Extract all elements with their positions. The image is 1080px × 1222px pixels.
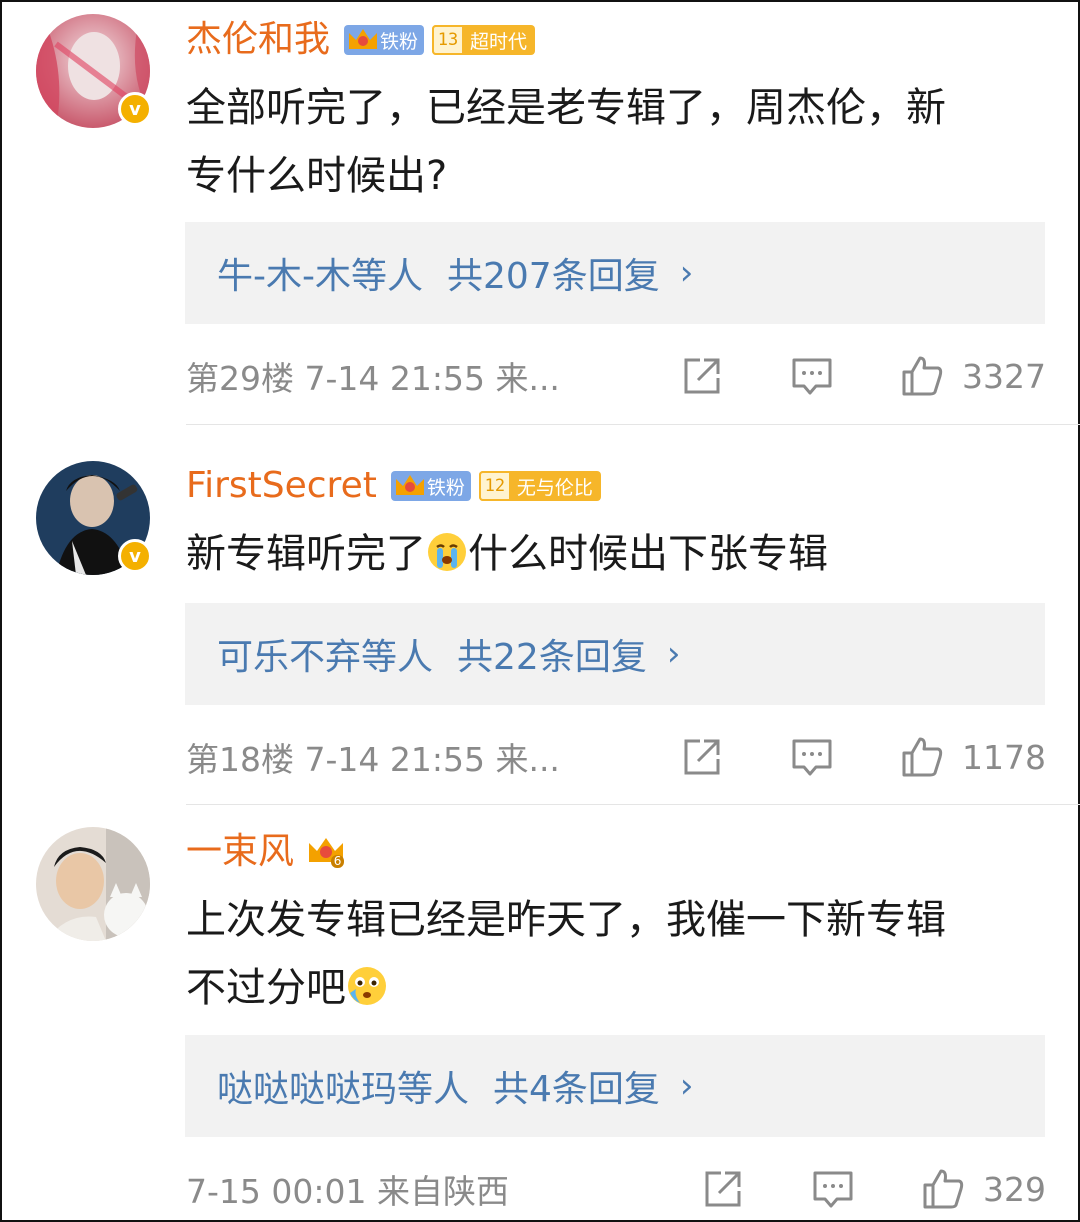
level-number: 13 <box>432 25 465 55</box>
level-title: 无与伦比 <box>516 476 593 499</box>
reply-count: 共207条回复 <box>446 256 660 297</box>
reply-preview[interactable]: 牛-木-木等人 共207条回复 › <box>185 222 1045 324</box>
user-line: 杰伦和我 铁粉 13 超时代 <box>186 16 536 64</box>
comment-icon[interactable] <box>790 735 834 779</box>
divider <box>186 424 1080 425</box>
reply-preview[interactable]: 哒哒哒哒玛等人 共4条回复 › <box>185 1035 1045 1137</box>
fan-badge-label: 铁粉 <box>426 476 465 499</box>
fan-badge[interactable]: 铁粉 <box>390 471 471 501</box>
divider <box>186 804 1080 805</box>
like-count: 329 <box>983 1169 1046 1209</box>
verified-badge-icon: v <box>118 539 152 573</box>
comment-text-line: 上次发专辑已经是昨天了，我催一下新专辑 <box>186 897 946 943</box>
comment-text-line: 专什么时候出? <box>186 153 448 199</box>
comment-text: 新专辑听完了 什么时候出下张专辑 <box>186 520 1046 588</box>
share-icon[interactable] <box>680 735 724 779</box>
like-icon[interactable] <box>921 1167 965 1211</box>
reply-users: 可乐不弃等人 <box>217 637 434 678</box>
chevron-right-icon: › <box>679 1066 694 1106</box>
user-line: FirstSecret 铁粉 12 无与伦比 <box>186 462 601 510</box>
avatar[interactable] <box>36 827 150 941</box>
level-badge[interactable]: 13 超时代 <box>432 25 536 55</box>
reply-count: 共4条回复 <box>493 1069 660 1110</box>
comment-icon[interactable] <box>811 1167 855 1211</box>
username[interactable]: 一束风 <box>186 828 294 876</box>
comment-text: 全部听完了，已经是老专辑了，周杰伦，新 专什么时候出? <box>186 74 1046 210</box>
crying-face-emoji <box>428 533 466 571</box>
reply-users: 牛-木-木等人 <box>217 256 423 297</box>
level-badge[interactable]: 12 无与伦比 <box>478 471 601 501</box>
avatar[interactable]: v <box>36 14 152 128</box>
comment-text: 上次发专辑已经是昨天了，我催一下新专辑 不过分吧 <box>186 886 1046 1022</box>
comment-text-part: 新专辑听完了 <box>186 531 426 577</box>
level-title: 超时代 <box>470 30 528 53</box>
comment-meta: 第18楼 7-14 21:55 来... 1178 <box>186 733 1046 781</box>
crown-icon <box>395 475 424 495</box>
like-count: 3327 <box>962 356 1046 396</box>
level-number: 12 <box>478 471 511 501</box>
like-count: 1178 <box>962 737 1046 777</box>
comment-text-part: 什么时候出下张专辑 <box>468 531 828 577</box>
verified-badge-icon: v <box>118 92 152 126</box>
action-bar: 3327 <box>680 352 1046 400</box>
action-bar: 1178 <box>680 733 1046 781</box>
fan-badge[interactable]: 铁粉 <box>344 25 425 55</box>
crown-icon <box>349 29 378 49</box>
share-icon[interactable] <box>701 1167 745 1211</box>
chevron-right-icon: › <box>679 253 694 293</box>
comment-icon[interactable] <box>790 354 834 398</box>
like-icon[interactable] <box>900 354 944 398</box>
fan-badge-label: 铁粉 <box>380 30 419 53</box>
reply-users: 哒哒哒哒玛等人 <box>217 1069 470 1110</box>
username[interactable]: FirstSecret <box>186 462 377 510</box>
crown-level: 6 <box>331 855 345 868</box>
action-bar: 329 <box>701 1165 1046 1213</box>
reply-count: 共22条回复 <box>457 637 647 678</box>
share-icon[interactable] <box>680 354 724 398</box>
user-line: 一束风 6 <box>186 828 346 876</box>
like-icon[interactable] <box>900 735 944 779</box>
chevron-right-icon: › <box>666 634 681 674</box>
username[interactable]: 杰伦和我 <box>186 16 330 64</box>
vip-crown-badge[interactable]: 6 <box>306 834 346 870</box>
comment-meta: 7-15 00:01 来自陕西 329 <box>186 1165 1046 1213</box>
comment-text-line: 全部听完了，已经是老专辑了，周杰伦，新 <box>186 85 946 131</box>
avatar[interactable]: v <box>36 461 152 575</box>
comment-text-line: 不过分吧 <box>186 965 346 1011</box>
teary-scared-face-emoji <box>348 967 386 1005</box>
reply-preview[interactable]: 可乐不弃等人 共22条回复 › <box>185 603 1045 705</box>
comment-meta: 第29楼 7-14 21:55 来... 3327 <box>186 352 1046 400</box>
